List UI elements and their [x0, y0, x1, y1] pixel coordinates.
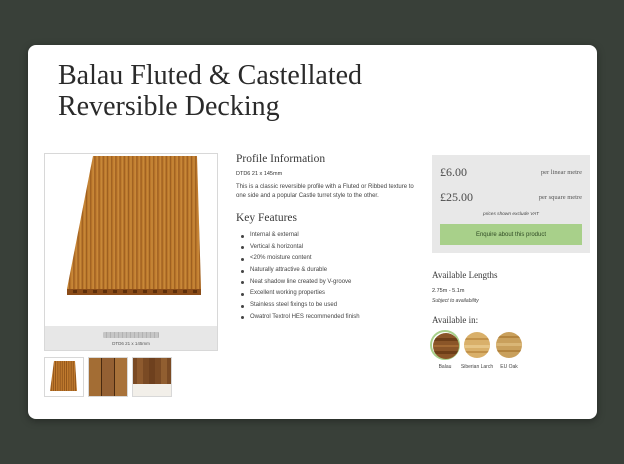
swatch-label-balau: Balau	[438, 364, 452, 370]
available-lengths-value: 2.75m - 5.1m	[432, 288, 465, 294]
list-item: Vertical & horizontal	[236, 242, 416, 254]
swatch-label-eu-oak: EU Oak	[500, 364, 518, 370]
price-box: £6.00 per linear metre £25.00 per square…	[432, 155, 590, 253]
thumbnail-2-image	[89, 358, 127, 396]
square-unit: per square metre	[538, 194, 582, 201]
list-item: Neat shadow line created by V-groove	[236, 277, 416, 289]
thumbnail-strip	[44, 357, 218, 397]
enquire-button[interactable]: Enquire about this product	[440, 224, 582, 245]
list-item: Stainless steel fixings to be used	[236, 300, 416, 312]
list-item: Internal & external	[236, 230, 416, 242]
main-product-image[interactable]: DTD6 21 x 145mm	[44, 153, 218, 351]
swatch-eu-oak[interactable]	[494, 330, 524, 360]
swatch-label-siberian-larch: Siberian Larch	[460, 364, 494, 370]
product-card: Balau Fluted & Castellated Reversible De…	[28, 45, 597, 419]
linear-unit: per linear metre	[540, 169, 582, 176]
available-in-heading: Available in:	[432, 315, 479, 325]
key-features-list: Internal & external Vertical & horizonta…	[236, 230, 416, 324]
vat-note: prices shown exclude VAT	[483, 212, 539, 217]
decking-board-photo	[45, 154, 217, 326]
swatch-siberian-larch[interactable]	[462, 330, 492, 360]
square-price: £25.00	[440, 190, 473, 204]
thumbnail-1[interactable]	[44, 357, 84, 397]
profile-outline-icon	[103, 332, 159, 338]
list-item: Excellent working properties	[236, 288, 416, 300]
profile-description: This is a classic reversible profile wit…	[236, 184, 414, 199]
profile-caption: DTD6 21 x 145mm	[112, 341, 150, 346]
larch-wood-icon	[464, 332, 490, 358]
oak-wood-icon	[496, 332, 522, 358]
balau-wood-icon	[433, 333, 459, 359]
availability-note: Subject to availability	[432, 298, 479, 304]
list-item: <20% moisture content	[236, 253, 416, 265]
profile-code: DTD6 21 x 145mm	[236, 171, 283, 177]
profile-caption-strip: DTD6 21 x 145mm	[45, 326, 217, 350]
linear-price: £6.00	[440, 165, 467, 179]
profile-heading: Profile Information	[236, 153, 326, 165]
thumbnail-3-image	[133, 358, 171, 396]
thumbnail-3[interactable]	[132, 357, 172, 397]
swatch-balau[interactable]	[430, 330, 460, 360]
key-features-heading: Key Features	[236, 212, 297, 224]
list-item: Naturally attractive & durable	[236, 265, 416, 277]
profile-column: Profile Information DTD6 21 x 145mm This…	[236, 153, 416, 324]
list-item: Owatrol Textrol HES recommended finish	[236, 312, 416, 324]
thumbnail-2[interactable]	[88, 357, 128, 397]
linear-price-row: £6.00 per linear metre	[440, 165, 582, 181]
available-lengths-heading: Available Lengths	[432, 270, 498, 280]
product-title: Balau Fluted & Castellated Reversible De…	[58, 60, 363, 122]
thumbnail-1-image	[45, 358, 83, 396]
square-price-row: £25.00 per square metre	[440, 190, 582, 206]
